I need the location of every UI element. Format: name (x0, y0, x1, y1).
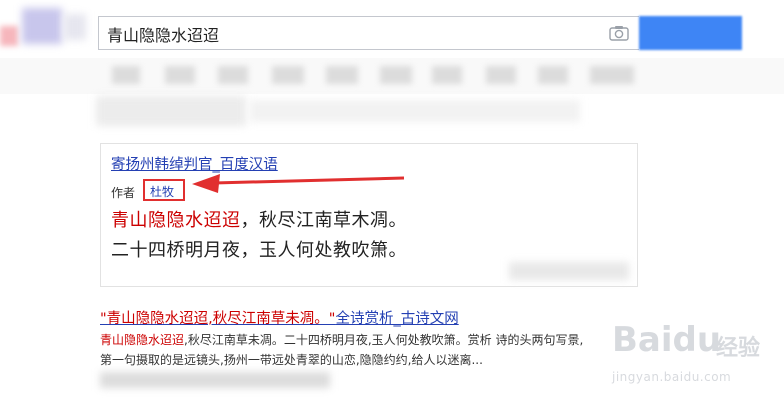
author-link[interactable]: 杜牧 (150, 183, 174, 200)
watermark-logo: Baidu (612, 320, 722, 360)
result2-snippet-1: 青山隐隐水迢迢,秋尽江南草未凋。二十四桥明月夜,玉人何处教吹箫。赏析 诗的头两句… (100, 331, 583, 348)
result2-snippet-rest: ,秋尽江南草未凋。二十四桥明月夜,玉人何处教吹箫。赏析 诗的头两句写景, (184, 333, 584, 347)
nav-tab[interactable] (538, 66, 568, 84)
nav-tab[interactable] (112, 66, 140, 84)
search-box (98, 16, 639, 50)
poem-highlight: 青山隐隐水迢迢 (111, 210, 241, 231)
nav-tab[interactable] (272, 66, 304, 84)
watermark: Baidu 经验 jingyan.baidu.com (612, 320, 780, 400)
result2-title-rest: 全诗赏析_古诗文网 (335, 311, 459, 327)
search-input[interactable] (107, 23, 597, 45)
poem-rest: ，秋尽江南草木凋。 (240, 210, 407, 231)
nav-tab[interactable] (380, 66, 412, 84)
nav-tab[interactable] (486, 66, 516, 84)
nav-tab[interactable] (326, 66, 358, 84)
arrow-annotation (192, 174, 405, 193)
result2-snippet-2: 第一句摄取的是远镜头,扬州一带远处青翠的山恋,隐隐约约,给人以迷离... (100, 353, 483, 367)
result2-title-link[interactable]: "青山隐隐水迢迢,秋尽江南草未凋。"全诗赏析_古诗文网 (100, 307, 459, 328)
poem-line-2: 二十四桥明月夜，玉人何处教吹箫。 (111, 240, 407, 261)
nav-tab[interactable] (590, 66, 634, 84)
blurred-area (100, 372, 330, 388)
watermark-url: jingyan.baidu.com (612, 370, 732, 384)
camera-icon[interactable] (609, 25, 629, 41)
nav-tab[interactable] (432, 66, 462, 84)
blurred-area (250, 100, 580, 122)
blurred-area (509, 262, 629, 280)
site-logo[interactable] (0, 0, 90, 60)
search-button[interactable] (639, 16, 742, 50)
result-card: 寄扬州韩绰判官_百度汉语 作者 杜牧 青山隐隐水迢迢，秋尽江南草木凋。 二十四桥… (100, 143, 638, 287)
result2-snippet-highlight: 青山隐隐水迢迢 (100, 333, 185, 347)
blurred-area (96, 96, 246, 126)
result2-title-highlight: "青山隐隐水迢迢,秋尽江南草未凋。" (100, 311, 336, 327)
nav-tab[interactable] (165, 66, 195, 84)
poem-line-1: 青山隐隐水迢迢，秋尽江南草木凋。 (111, 206, 407, 232)
author-label: 作者 (111, 186, 136, 200)
watermark-cn: 经验 (716, 336, 761, 361)
nav-tab[interactable] (218, 66, 248, 84)
